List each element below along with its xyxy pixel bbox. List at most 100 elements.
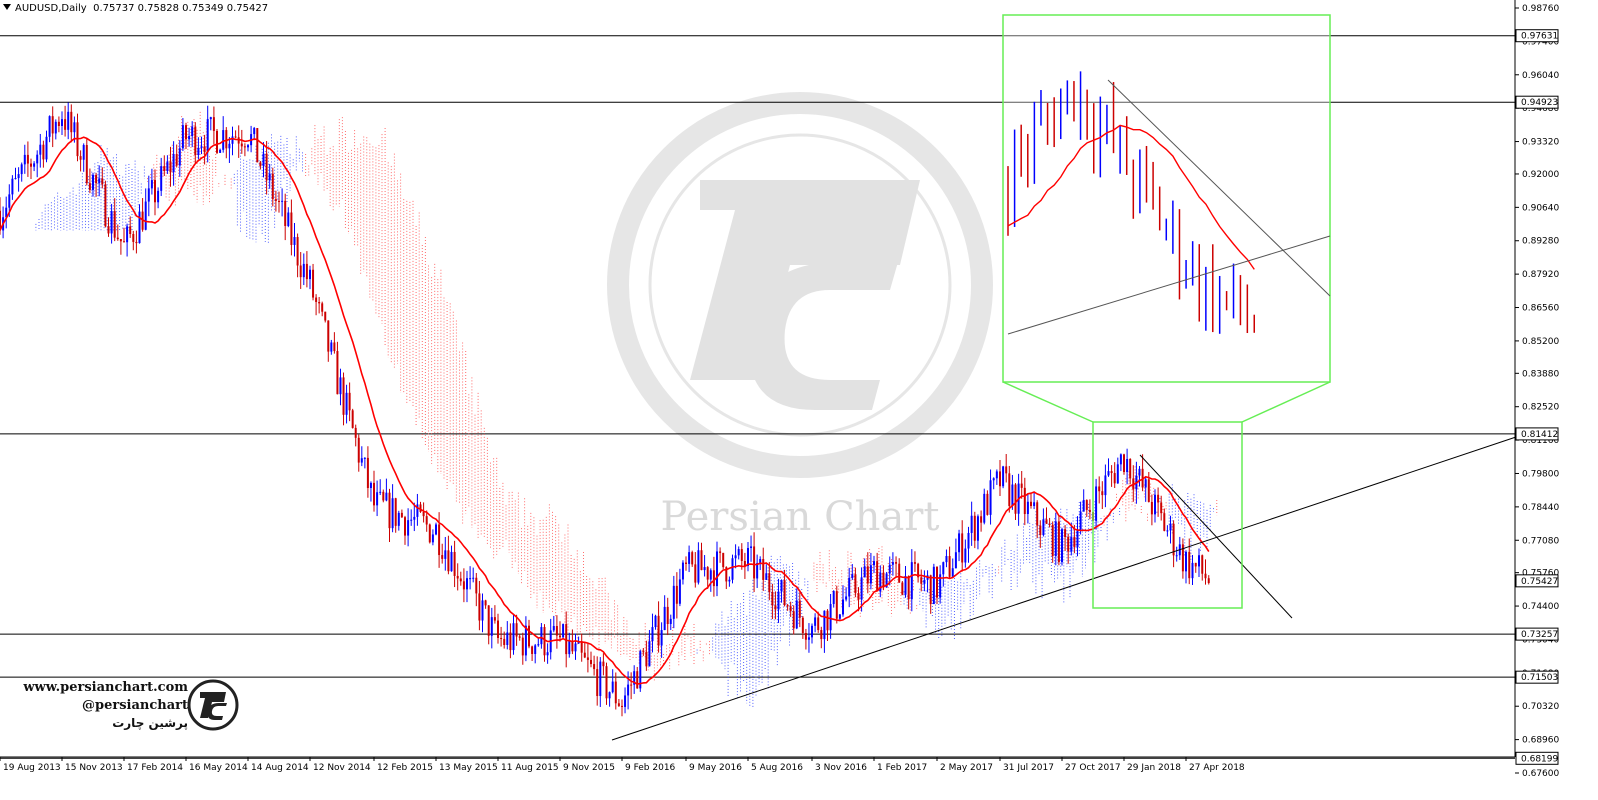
candle-body [891,562,894,565]
time-axis[interactable]: 19 Aug 2013 15 Nov 2013 17 Feb 2014 16 May … [0,757,1245,773]
candle-body [144,201,147,230]
candle-body [678,579,681,604]
candle-body [521,637,524,656]
zoom-source-box[interactable] [1092,421,1243,609]
candle-body [983,493,986,523]
candle-body [515,623,518,637]
candle-body [181,125,184,149]
candle-body [351,410,354,428]
candle-body [348,392,351,411]
candle-body [466,578,468,590]
candle-body [169,161,172,173]
candle-body [882,572,885,588]
candle-body [234,136,237,138]
candle-body [1119,454,1122,465]
candle-body [780,580,783,592]
candle-body [428,524,431,543]
candle-body [593,664,596,670]
candle-body [1194,562,1197,567]
candle-body [546,652,549,656]
chart-area[interactable]: Persian Chart 0.98760 0.97400 0.96040 0.946… [0,0,1598,796]
candle-body [651,627,654,642]
high-value: 0.75828 [137,3,179,14]
candle-body [1039,525,1042,536]
zoom-inset-box[interactable] [1002,14,1331,383]
candle-body [382,491,385,501]
candle-body [200,146,203,148]
brand-logo-icon [187,679,239,731]
ascending-trend-line[interactable] [611,436,1517,741]
price-axis[interactable]: 0.987600.974000.960400.946800.933200.920… [1515,4,1559,779]
chart-header: AUDUSD,Daily 0.75737 0.75828 0.75349 0.7… [0,3,268,14]
candle-body [901,582,904,595]
candle-body [932,566,935,605]
candle-body [243,146,246,148]
time-tick-label: 14 Aug 2014 [251,763,309,773]
candle-body [571,640,574,652]
candle-body [1064,529,1067,537]
candle-body [681,562,684,580]
candle-body [500,637,503,639]
candle-body [694,564,697,583]
price-tick-label: 0.77080 [1522,536,1559,546]
price-tick-label: 0.68960 [1522,736,1559,746]
candle-body [691,552,694,565]
dropdown-arrow-icon[interactable] [3,4,11,10]
candle-body [509,632,512,651]
candle-body [447,550,450,572]
candle-body [823,610,826,640]
candle-body [425,516,428,525]
candle-body [663,606,666,631]
candle-body [185,125,187,140]
time-tick-label: 16 May 2014 [189,763,248,773]
candle-body [1008,473,1011,506]
candle-body [1188,551,1191,579]
candle-body [262,153,265,167]
candle-body [247,145,249,148]
candle-body [231,136,234,144]
candle-body [728,579,731,582]
candle-body [1005,466,1008,474]
candle-body [163,166,166,172]
candle-body [256,128,259,163]
candle-body [166,161,169,172]
candle-body [829,604,832,631]
candle-body [1157,494,1160,503]
current-price-label: 0.75427 [1521,577,1558,587]
time-tick-label: 2 May 2017 [940,763,993,773]
descending-trend-line[interactable] [1139,454,1293,619]
time-tick-label: 11 Aug 2015 [501,763,559,773]
candle-body [1113,473,1116,484]
candle-body [617,703,620,706]
time-tick-label: 3 Nov 2016 [815,763,867,773]
candle-body [835,591,838,619]
candle-body [175,154,178,166]
price-tick-label: 0.89280 [1522,237,1559,247]
candle-body [410,519,413,521]
candle-body [453,551,456,576]
candle-body [441,555,444,559]
candle-body [388,492,391,529]
candle-body [376,492,379,506]
candle-body [973,515,976,541]
candle-body [36,154,39,164]
price-chart[interactable]: Persian Chart 0.987600.974000.960400.946… [0,0,1598,796]
time-tick-label: 31 Jul 2017 [1003,763,1054,773]
candle-body [79,156,82,160]
candle-body [857,593,860,600]
candle-body [716,551,718,587]
candle-body [54,121,57,134]
candle-body [107,226,110,234]
candle-body [1116,464,1119,484]
candle-body [929,575,932,605]
candle-body [95,174,98,184]
candle-body [123,241,125,243]
candle-body [330,342,333,352]
price-tick-label: 0.96040 [1522,71,1559,81]
candle-body [537,644,540,646]
candle-body [630,684,633,686]
candle-body [605,666,608,699]
candle-body [888,564,891,574]
candle-body [197,147,200,156]
candle-body [807,637,810,640]
